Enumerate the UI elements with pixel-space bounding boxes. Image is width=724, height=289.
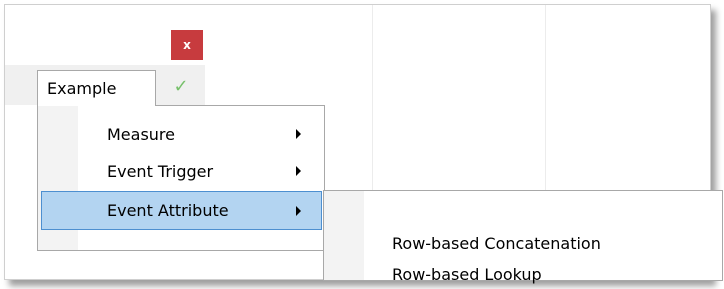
submenu-arrow-icon	[296, 129, 301, 139]
menu-item-label: Measure	[107, 124, 175, 144]
context-menu: Measure Event Trigger Event Attribute	[37, 105, 325, 251]
submenu-arrow-icon	[296, 166, 301, 176]
submenu-item-label: Row-based Concatenation	[392, 233, 601, 253]
submenu-event-attribute: Row-based Concatenation Row-based Lookup	[323, 190, 723, 284]
menu-item-measure[interactable]: Measure	[41, 116, 321, 152]
submenu-arrow-icon	[296, 205, 301, 216]
menu-item-event-trigger[interactable]: Event Trigger	[41, 153, 321, 189]
menu-icon-gutter	[324, 191, 364, 280]
menu-item-event-attribute[interactable]: Event Attribute	[41, 191, 322, 230]
window-frame: x Example ✓ Measure Event Trigger Event …	[4, 4, 723, 284]
close-icon: x	[183, 38, 191, 52]
close-button[interactable]: x	[171, 30, 203, 60]
screen: x Example ✓ Measure Event Trigger Event …	[0, 0, 724, 289]
menu-item-label: Event Trigger	[107, 161, 214, 181]
submenu-item-row-based-lookup[interactable]: Row-based Lookup	[392, 260, 542, 288]
tab-example[interactable]: Example	[37, 70, 156, 106]
menu-item-label: Event Attribute	[107, 201, 229, 220]
check-icon[interactable]: ✓	[170, 75, 192, 97]
submenu-item-label: Row-based Lookup	[392, 264, 542, 284]
submenu-item-row-based-concatenation[interactable]: Row-based Concatenation	[392, 229, 601, 257]
tab-label: Example	[47, 79, 117, 98]
